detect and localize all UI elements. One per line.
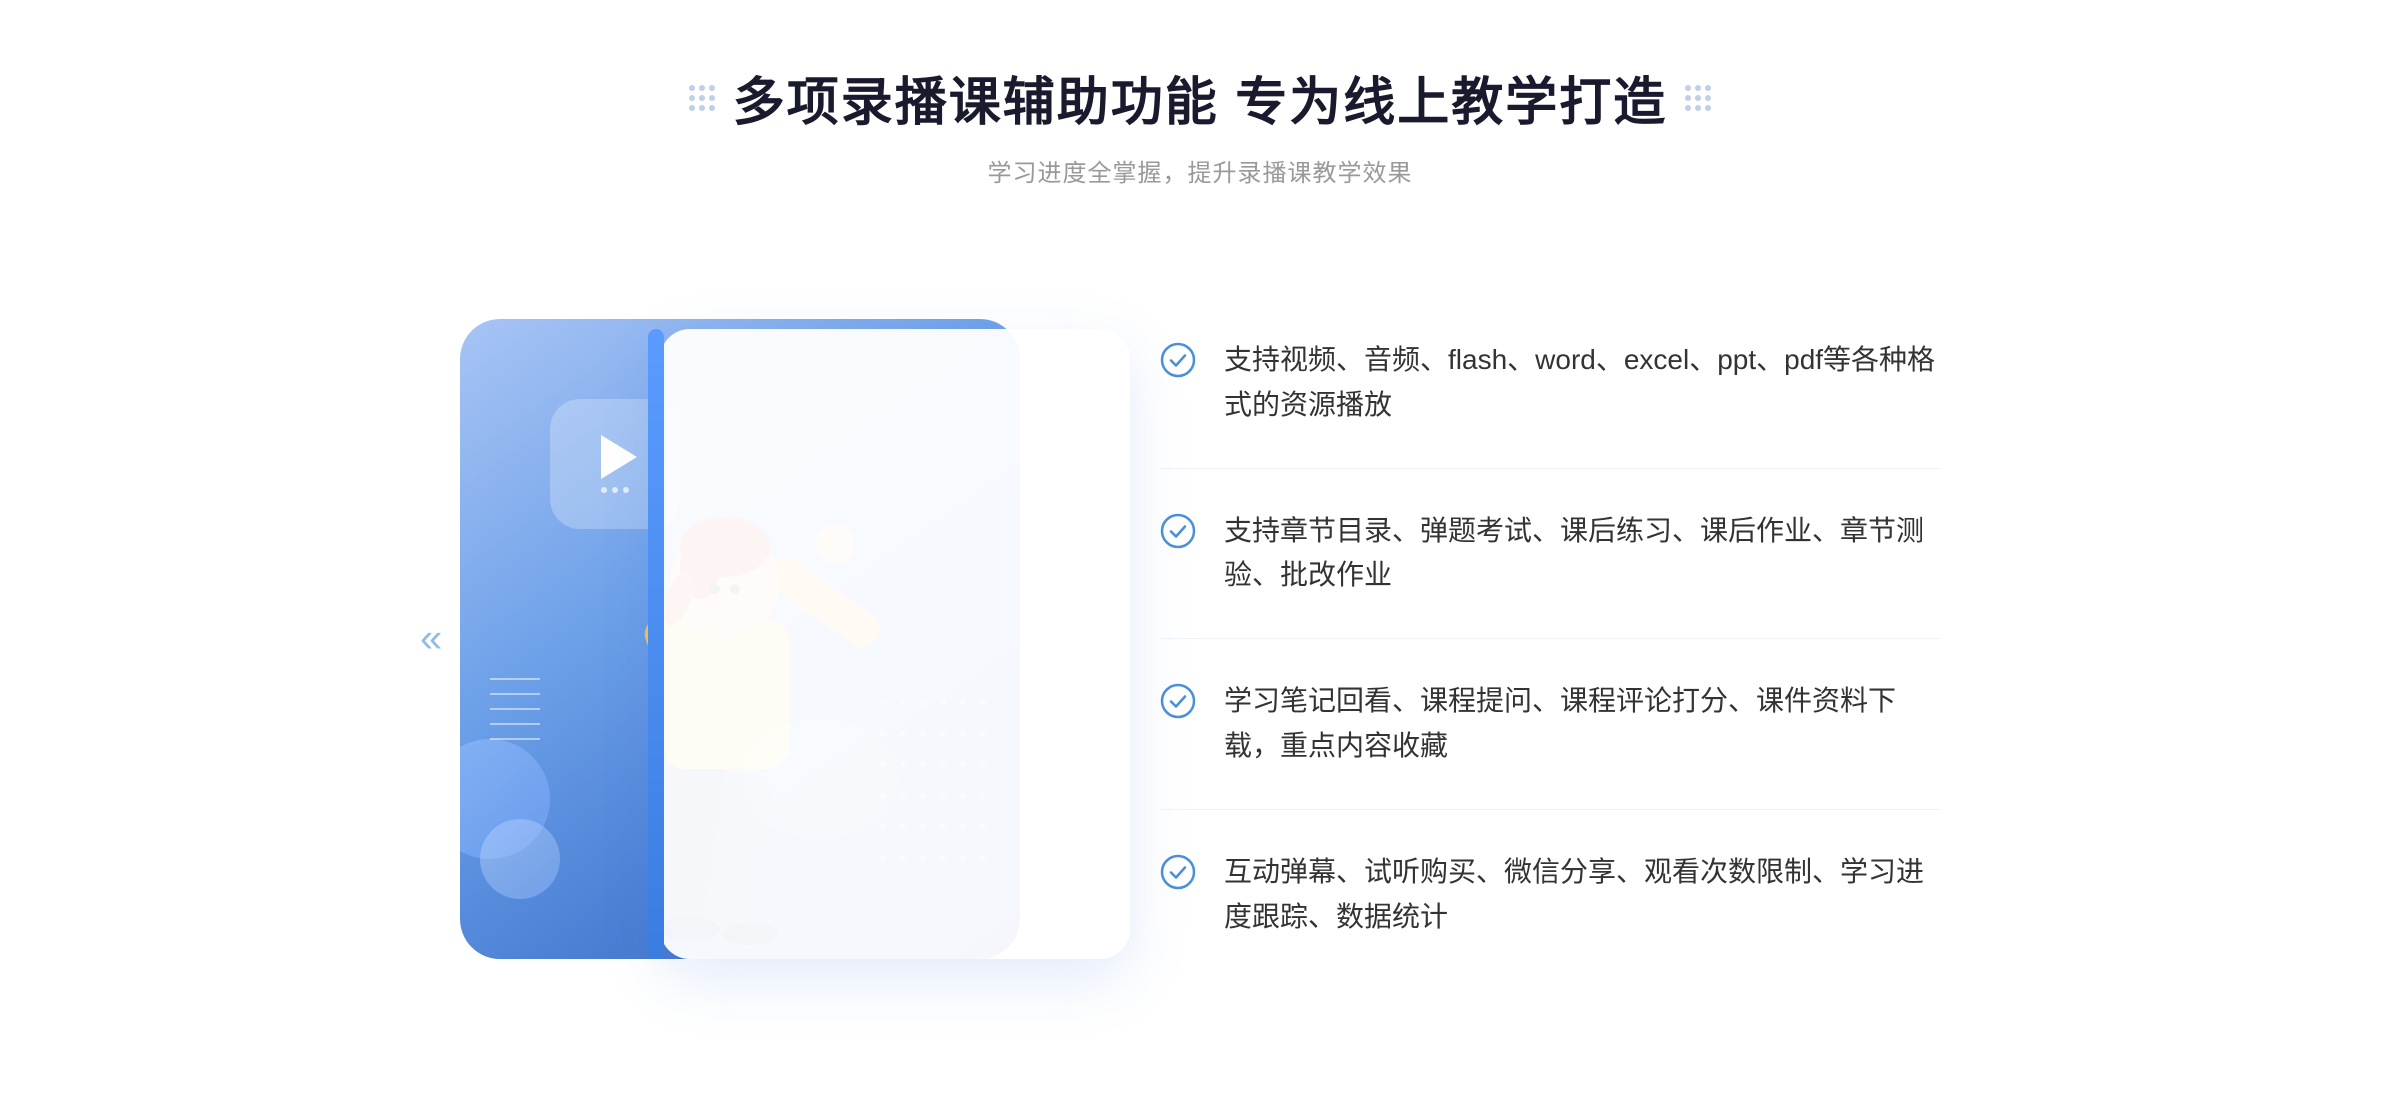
check-icon-2 <box>1160 513 1196 549</box>
features-area: 支持视频、音频、flash、word、excel、ppt、pdf等各种格式的资源… <box>1080 248 2000 1029</box>
circle-decoration-2 <box>480 819 560 899</box>
left-decorative-dots <box>689 85 715 111</box>
title-row: 多项录播课辅助功能 专为线上教学打造 <box>689 60 1711 135</box>
feature-item-1: 支持视频、音频、flash、word、excel、ppt、pdf等各种格式的资源… <box>1160 298 1940 469</box>
feature-text-3: 学习笔记回看、课程提问、课程评论打分、课件资料下载，重点内容收藏 <box>1224 679 1940 769</box>
page-title: 多项录播课辅助功能 专为线上教学打造 <box>733 60 1667 135</box>
white-card <box>660 329 1130 959</box>
feature-text-1: 支持视频、音频、flash、word、excel、ppt、pdf等各种格式的资源… <box>1224 338 1940 428</box>
feature-item-2: 支持章节目录、弹题考试、课后练习、课后作业、章节测验、批改作业 <box>1160 469 1940 640</box>
left-nav-arrow[interactable]: « <box>420 616 442 661</box>
right-decorative-dots <box>1685 85 1711 111</box>
illustration-area: « <box>400 289 1080 989</box>
check-icon-1 <box>1160 342 1196 378</box>
feature-text-4: 互动弹幕、试听购买、微信分享、观看次数限制、学习进度跟踪、数据统计 <box>1224 850 1940 940</box>
header-section: 多项录播课辅助功能 专为线上教学打造 学习进度全掌握，提升录播课教学效果 <box>689 60 1711 188</box>
content-section: « <box>400 248 2000 1029</box>
check-icon-3 <box>1160 683 1196 719</box>
page-subtitle: 学习进度全掌握，提升录播课教学效果 <box>987 153 1412 188</box>
feature-text-2: 支持章节目录、弹题考试、课后练习、课后作业、章节测验、批改作业 <box>1224 509 1940 599</box>
lines-decoration <box>490 669 550 749</box>
page-wrapper: 多项录播课辅助功能 专为线上教学打造 学习进度全掌握，提升录播课教学效果 « <box>0 0 2400 1109</box>
check-icon-4 <box>1160 854 1196 890</box>
feature-item-3: 学习笔记回看、课程提问、课程评论打分、课件资料下载，重点内容收藏 <box>1160 639 1940 810</box>
blue-accent-bar <box>648 329 664 959</box>
feature-item-4: 互动弹幕、试听购买、微信分享、观看次数限制、学习进度跟踪、数据统计 <box>1160 810 1940 980</box>
